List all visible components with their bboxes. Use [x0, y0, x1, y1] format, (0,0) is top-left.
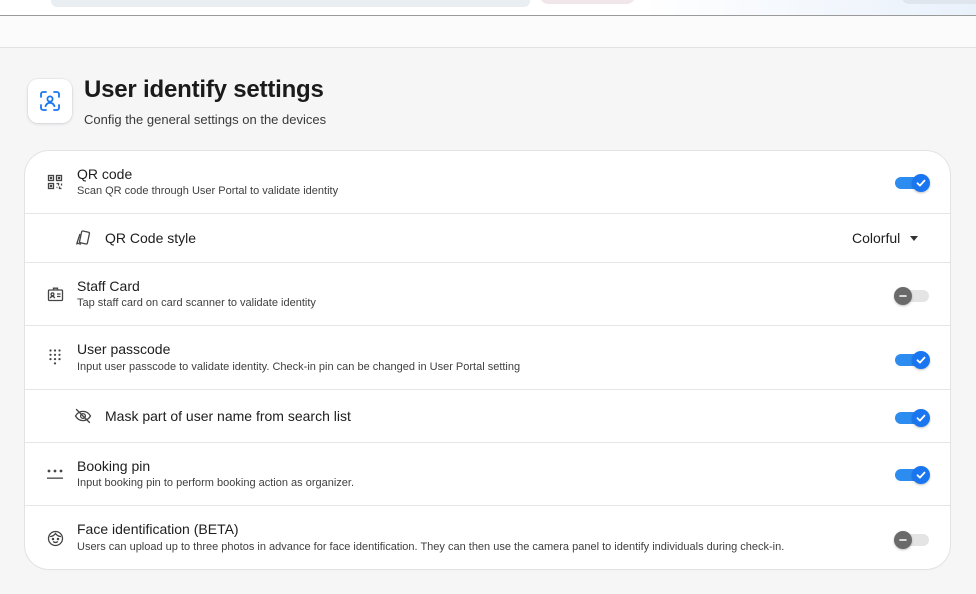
setting-row-staff-card: Staff Card Tap staff card on card scanne… [25, 263, 950, 326]
setting-row-mask-user-name: Mask part of user name from search list [25, 390, 950, 443]
minus-icon [894, 287, 912, 305]
setting-description: Scan QR code through User Portal to vali… [77, 185, 339, 197]
id-card-icon [46, 285, 64, 303]
setting-title: Mask part of user name from search list [105, 408, 351, 424]
setting-title: User passcode [77, 341, 171, 357]
pin-dots-icon [46, 465, 64, 483]
check-icon [912, 466, 930, 484]
setting-title: Face identification (BETA) [77, 521, 239, 537]
setting-title: QR code [77, 166, 133, 182]
setting-description: Users can upload up to three photos in a… [77, 541, 785, 553]
check-icon [912, 409, 930, 427]
qr-code-toggle[interactable] [894, 172, 932, 194]
check-icon [912, 351, 930, 369]
setting-description: Input user passcode to validate identity… [77, 361, 521, 373]
check-icon [912, 174, 930, 192]
select-value: Colorful [852, 230, 901, 246]
setting-row-qr-code: QR code Scan QR code through User Portal… [25, 151, 950, 214]
top-right-button[interactable] [902, 0, 976, 4]
setting-description: Tap staff card on card scanner to valida… [77, 297, 316, 309]
style-cards-icon [74, 229, 92, 247]
page-title: User identify settings [84, 76, 324, 103]
setting-description: Input booking pin to perform booking act… [77, 477, 355, 489]
page-subtitle: Config the general settings on the devic… [84, 112, 327, 127]
setting-row-user-passcode: User passcode Input user passcode to val… [25, 326, 950, 390]
setting-row-qr-code-style: QR Code style Colorful [25, 214, 950, 263]
keypad-icon [46, 348, 64, 366]
secondary-bar [0, 16, 976, 48]
mask-user-name-toggle[interactable] [894, 407, 932, 429]
setting-row-face-identification: Face identification (BETA) Users can upl… [25, 506, 950, 569]
setting-title: Staff Card [77, 278, 140, 294]
top-pill-button[interactable] [540, 0, 635, 4]
face-icon [46, 529, 64, 547]
user-passcode-toggle[interactable] [894, 349, 932, 371]
qr-code-style-select[interactable]: Colorful [852, 230, 919, 246]
eye-off-icon [74, 407, 92, 425]
settings-card: QR code Scan QR code through User Portal… [25, 151, 950, 569]
setting-title: Booking pin [77, 458, 151, 474]
minus-icon [894, 531, 912, 549]
booking-pin-toggle[interactable] [894, 464, 932, 486]
top-search-field[interactable] [51, 0, 530, 7]
user-scan-icon [28, 79, 72, 123]
setting-title: QR Code style [105, 230, 197, 246]
qr-code-icon [46, 173, 64, 191]
top-app-bar [0, 0, 976, 16]
setting-row-booking-pin: Booking pin Input booking pin to perform… [25, 443, 950, 506]
staff-card-toggle[interactable] [894, 285, 932, 307]
caret-down-icon [910, 235, 919, 241]
face-identification-toggle[interactable] [894, 529, 932, 551]
